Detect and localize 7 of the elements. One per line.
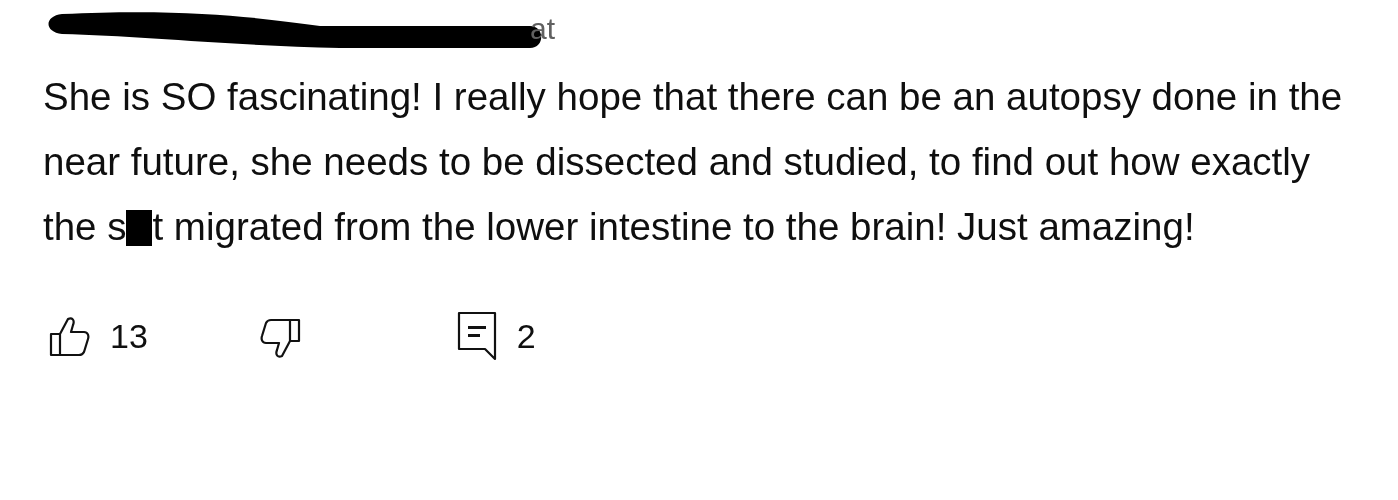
comment-text: She is SO fascinating! I really hope that there can be an autopsy done in the near future, she needs to be dissected and studied, to find out how exactly the s t migrated from the lower intestine to the brain! Just amazing! (43, 74, 1344, 250)
author-name: at (530, 12, 556, 46)
reply-count: 2 (516, 316, 536, 356)
like-count: 13 (110, 316, 148, 356)
thumbs-down-icon[interactable] (259, 317, 302, 361)
comment-icon[interactable] (456, 311, 497, 361)
thumbs-up-icon[interactable] (48, 314, 90, 358)
